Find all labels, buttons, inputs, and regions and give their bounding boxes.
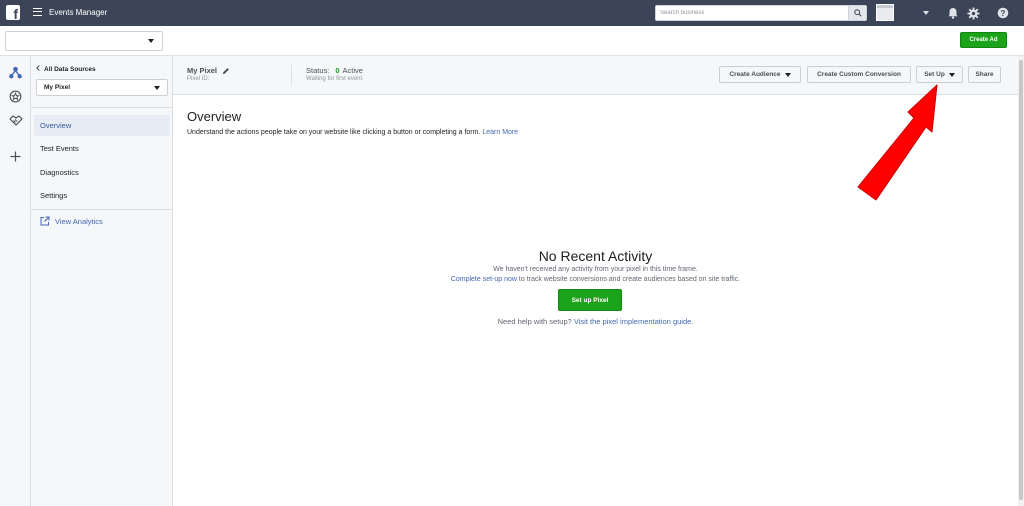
ad-account-select[interactable] bbox=[5, 31, 163, 51]
chevron-down-icon[interactable] bbox=[923, 11, 929, 15]
edit-pencil-icon[interactable] bbox=[222, 67, 230, 75]
chevron-down-icon bbox=[948, 72, 955, 77]
pixel-name: My Pixel bbox=[187, 66, 230, 75]
page-title: Overview bbox=[187, 109, 242, 124]
setup-help: Need help with setup? Visit the pixel im… bbox=[173, 317, 1018, 326]
icon-rail bbox=[0, 56, 31, 506]
chevron-down-icon bbox=[154, 86, 160, 90]
chevron-down-icon bbox=[148, 39, 154, 43]
sidebar-item-overview[interactable]: Overview bbox=[34, 115, 170, 136]
search-button[interactable] bbox=[848, 6, 866, 20]
empty-state-title: No Recent Activity bbox=[538, 248, 653, 264]
create-ad-button[interactable]: Create Ad bbox=[960, 32, 1007, 48]
divider bbox=[31, 209, 172, 210]
overview-description-text: Understand the actions people take on yo… bbox=[187, 129, 481, 136]
sidebar-item-test-events[interactable]: Test Events bbox=[34, 138, 170, 159]
pixel-select[interactable]: My Pixel bbox=[36, 79, 168, 96]
view-analytics-link[interactable]: View Analytics bbox=[40, 216, 103, 226]
status-subtext: Waiting for first event bbox=[306, 76, 363, 82]
overview-description: Understand the actions people take on yo… bbox=[187, 129, 518, 136]
learn-more-link[interactable]: Learn More bbox=[482, 129, 518, 136]
search-icon bbox=[853, 9, 862, 17]
chevron-left-icon bbox=[36, 65, 42, 71]
data-sources-icon[interactable] bbox=[8, 65, 23, 80]
top-bar: f Events Manager ? bbox=[0, 0, 1024, 26]
account-bar: Create Ad bbox=[0, 26, 1024, 56]
implementation-guide-link[interactable]: Visit the pixel implementation guide. bbox=[574, 317, 694, 326]
share-button[interactable]: Share bbox=[968, 66, 1001, 83]
help-icon[interactable]: ? bbox=[996, 6, 1010, 20]
notifications-icon[interactable] bbox=[946, 6, 960, 20]
status-label: Status: bbox=[306, 66, 330, 75]
search-box bbox=[655, 5, 867, 21]
business-account-avatar[interactable] bbox=[876, 4, 894, 21]
scrollbar-thumb[interactable] bbox=[1019, 60, 1023, 500]
sidebar-item-settings[interactable]: Settings bbox=[34, 185, 170, 206]
app-title: Events Manager bbox=[49, 8, 108, 17]
set-up-pixel-button[interactable]: Set up Pixel bbox=[558, 289, 622, 311]
sidebar-item-diagnostics[interactable]: Diagnostics bbox=[34, 162, 170, 183]
sidebar: All Data Sources My Pixel Overview Test … bbox=[31, 56, 173, 506]
divider bbox=[31, 107, 172, 108]
facebook-logo[interactable]: f bbox=[6, 5, 20, 22]
chevron-down-icon bbox=[784, 72, 791, 77]
status-count: 0 bbox=[335, 66, 340, 75]
custom-conversions-icon[interactable] bbox=[8, 89, 23, 104]
set-up-label: Set Up bbox=[924, 71, 945, 78]
create-audience-label: Create Audience bbox=[729, 71, 781, 78]
back-to-data-sources-link[interactable]: All Data Sources bbox=[36, 65, 96, 73]
external-link-icon bbox=[40, 216, 50, 226]
search-input[interactable] bbox=[656, 6, 846, 20]
empty-state-message: We haven't received any activity from yo… bbox=[493, 266, 698, 273]
create-audience-button[interactable]: Create Audience bbox=[719, 66, 801, 83]
status-value: Active bbox=[342, 66, 363, 75]
complete-setup-link[interactable]: Complete set-up now bbox=[451, 276, 517, 283]
pixel-select-value: My Pixel bbox=[44, 84, 71, 91]
back-link-label: All Data Sources bbox=[44, 66, 96, 73]
svg-text:?: ? bbox=[1001, 9, 1006, 18]
pixel-name-text: My Pixel bbox=[187, 66, 218, 75]
pixel-status: Status: 0 Active bbox=[306, 66, 363, 75]
add-icon[interactable] bbox=[8, 149, 23, 164]
menu-icon[interactable] bbox=[33, 8, 42, 16]
view-analytics-label: View Analytics bbox=[55, 216, 103, 226]
partner-integrations-icon[interactable] bbox=[8, 112, 23, 127]
pixel-id-label: Pixel ID: bbox=[187, 76, 210, 82]
annotation-arrow-icon bbox=[857, 84, 938, 201]
divider bbox=[291, 65, 292, 85]
setup-message-text: to track website conversions and create … bbox=[516, 276, 741, 283]
settings-icon[interactable] bbox=[966, 6, 980, 20]
empty-state-setup-message: Complete set-up now to track website con… bbox=[173, 276, 1018, 283]
setup-help-text: Need help with setup? bbox=[497, 317, 574, 326]
